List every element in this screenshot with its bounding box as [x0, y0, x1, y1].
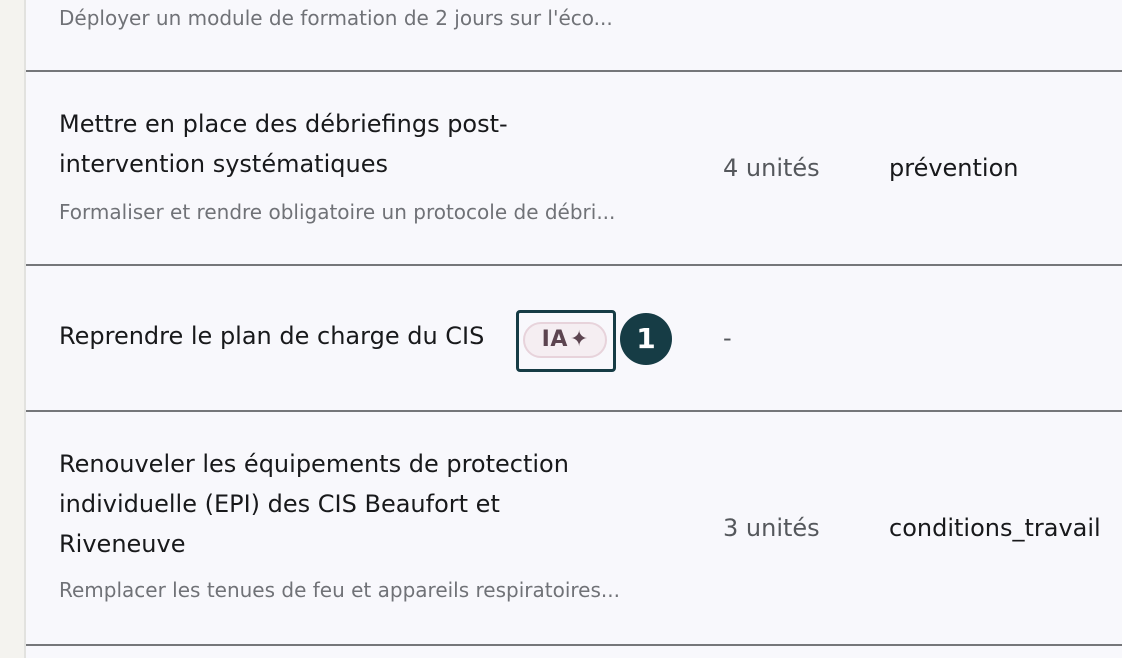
row-category: conditions_travail: [889, 514, 1101, 542]
row-title-line: intervention systématiques: [59, 150, 388, 178]
table-row[interactable]: Mettre en place des débriefings post- in…: [26, 70, 1122, 266]
row-title: Renouveler les équipements de protection…: [59, 444, 619, 564]
left-sidebar-edge: [0, 0, 26, 658]
row-title-line: Renouveler les équipements de protection: [59, 450, 569, 478]
sparkle-icon: ✦: [569, 327, 589, 352]
ai-badge-label: IA: [541, 327, 568, 352]
row-category: prévention: [889, 154, 1019, 182]
row-title-line: Mettre en place des débriefings post-: [59, 110, 508, 138]
row-title: Mettre en place des débriefings post- in…: [59, 104, 619, 184]
ai-badge-highlight[interactable]: IA ✦: [516, 310, 616, 372]
row-units: -: [723, 324, 732, 352]
table-row[interactable]: Déployer un module de formation de 2 jou…: [26, 0, 1122, 72]
table-row[interactable]: Renouveler les équipements de protection…: [26, 410, 1122, 646]
row-title-line: individuelle (EPI) des CIS Beaufort et: [59, 490, 500, 518]
row-units: 4 unités: [723, 154, 820, 182]
step-marker: 1: [620, 313, 672, 365]
ai-badge[interactable]: IA ✦: [523, 322, 607, 358]
row-units: 3 unités: [723, 514, 820, 542]
row-description: Remplacer les tenues de feu et appareils…: [59, 578, 620, 602]
row-description: Déployer un module de formation de 2 jou…: [59, 6, 613, 30]
row-description: Formaliser et rendre obligatoire un prot…: [59, 200, 616, 224]
row-title-line: Riveneuve: [59, 530, 186, 558]
row-title: Reprendre le plan de charge du CIS: [59, 322, 485, 350]
actions-list-panel: Déployer un module de formation de 2 jou…: [26, 0, 1122, 658]
